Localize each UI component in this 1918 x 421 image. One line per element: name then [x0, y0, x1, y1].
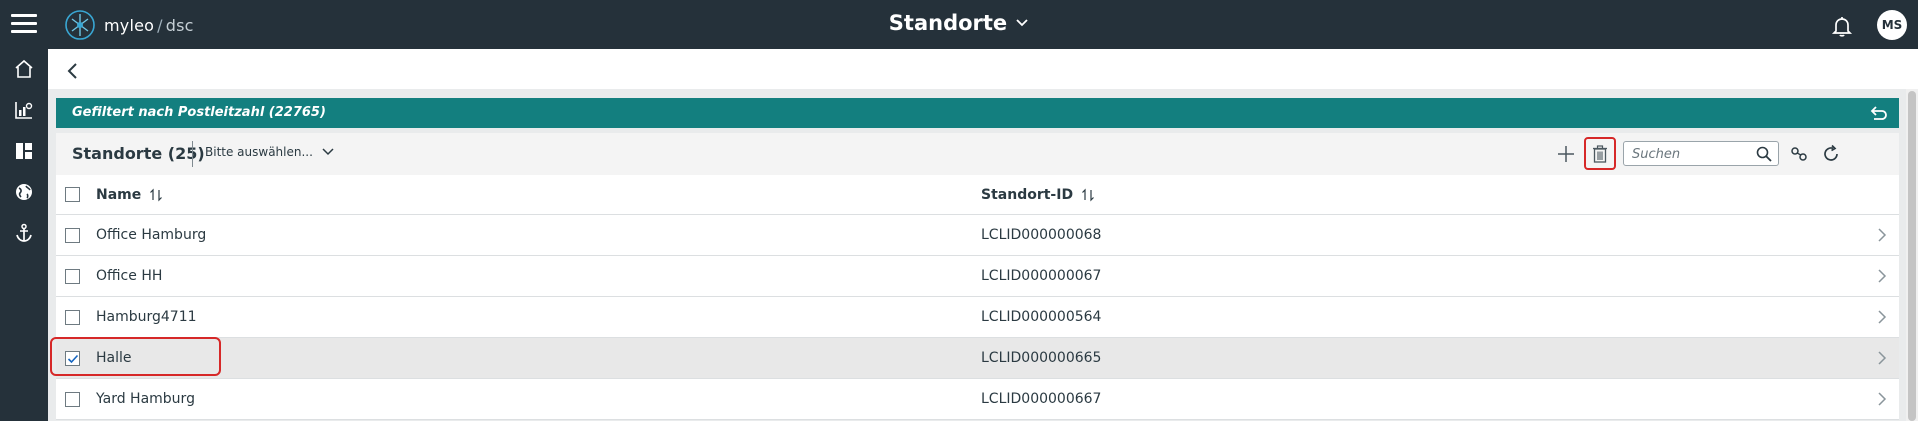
view-selector-dropdown[interactable]: Bitte auswählen... — [205, 145, 334, 159]
dashboard-icon — [16, 143, 32, 159]
row-standort-id: LCLID000000564 — [981, 309, 1102, 325]
search-box — [1623, 141, 1779, 166]
table-row-selected[interactable]: Halle LCLID000000665 — [56, 338, 1899, 379]
analytics-icon — [15, 102, 33, 119]
vertical-scrollbar[interactable] — [1906, 89, 1918, 421]
sidebar-item-analytics[interactable] — [0, 90, 48, 130]
sort-icon[interactable] — [149, 188, 163, 202]
chevron-right-icon[interactable] — [1875, 350, 1889, 366]
sidebar-item-globe[interactable] — [0, 172, 48, 212]
row-checkbox[interactable] — [65, 392, 80, 407]
row-checkbox-checked[interactable] — [65, 351, 80, 366]
table-row[interactable]: Hamburg4711 LCLID000000564 — [56, 297, 1899, 338]
locations-table: Name Standort-ID Office Hamburg LCLID000… — [56, 175, 1899, 420]
row-checkbox[interactable] — [65, 310, 80, 325]
row-standort-id: LCLID000000667 — [981, 391, 1102, 407]
column-header-standort-id[interactable]: Standort-ID — [981, 187, 1095, 203]
trash-icon — [1593, 144, 1607, 163]
refresh-icon[interactable] — [1821, 144, 1841, 164]
list-toolbar: Standorte (25) Bitte auswählen... — [56, 133, 1899, 175]
map-pin-icon[interactable] — [1789, 144, 1809, 164]
logo-separator: / — [157, 15, 163, 35]
table-row[interactable]: Office Hamburg LCLID000000068 — [56, 215, 1899, 256]
scrollbar-thumb[interactable] — [1908, 91, 1916, 421]
chevron-right-icon[interactable] — [1875, 391, 1889, 407]
row-checkbox[interactable] — [65, 269, 80, 284]
reset-filter-icon[interactable] — [1869, 103, 1889, 123]
myleo-logo-icon — [65, 10, 95, 40]
table-row[interactable]: Yard Hamburg LCLID000000667 — [56, 379, 1899, 420]
home-icon — [15, 59, 33, 78]
page-title-container: Standorte — [0, 11, 1918, 35]
checkmark-icon — [67, 354, 78, 363]
search-input[interactable] — [1632, 145, 1752, 163]
row-name: Hamburg4711 — [96, 309, 197, 325]
sidebar-item-anchor[interactable] — [0, 213, 48, 253]
back-arrow-icon[interactable] — [62, 60, 84, 82]
delete-button[interactable] — [1584, 137, 1616, 170]
user-avatar[interactable]: MS — [1877, 10, 1907, 40]
row-name: Halle — [96, 350, 132, 366]
globe-icon — [16, 184, 32, 200]
column-label-name: Name — [96, 187, 142, 203]
chevron-right-icon[interactable] — [1875, 227, 1889, 243]
row-name: Yard Hamburg — [96, 391, 195, 407]
page-title-dropdown[interactable]: Standorte — [889, 11, 1029, 35]
notification-bell-icon[interactable] — [1830, 14, 1854, 38]
logo-text: myleo / dsc — [104, 16, 194, 35]
top-bar: myleo / dsc Standorte MS — [0, 0, 1918, 49]
row-standort-id: LCLID000000067 — [981, 268, 1102, 284]
sidebar-item-dashboard[interactable] — [0, 131, 48, 171]
chevron-right-icon[interactable] — [1875, 309, 1889, 325]
selector-label: Bitte auswählen... — [205, 145, 313, 159]
column-label-standort-id: Standort-ID — [981, 187, 1074, 203]
column-header-name[interactable]: Name — [96, 187, 163, 203]
chevron-right-icon[interactable] — [1875, 268, 1889, 284]
left-sidebar — [0, 49, 48, 421]
anchor-icon — [16, 223, 32, 242]
hamburger-menu-icon[interactable] — [11, 14, 37, 34]
filter-banner: Gefiltert nach Postleitzahl (22765) — [56, 98, 1899, 128]
sub-header — [48, 49, 1906, 94]
logo-product: dsc — [165, 15, 194, 35]
toolbar-divider — [192, 141, 193, 167]
table-header: Name Standort-ID — [56, 175, 1899, 215]
sort-icon[interactable] — [1081, 188, 1095, 202]
app-logo[interactable]: myleo / dsc — [64, 9, 194, 41]
select-all-checkbox[interactable] — [65, 187, 80, 202]
row-name: Office HH — [96, 268, 163, 284]
logo-name: myleo — [104, 15, 155, 35]
page-title: Standorte — [888, 11, 1008, 35]
location-count: Standorte (25) — [72, 144, 205, 163]
search-icon[interactable] — [1756, 146, 1772, 162]
chevron-down-icon — [322, 148, 334, 156]
chevron-down-icon — [1016, 19, 1028, 27]
row-standort-id: LCLID000000665 — [981, 350, 1102, 366]
table-row[interactable]: Office HH LCLID000000067 — [56, 256, 1899, 297]
row-checkbox[interactable] — [65, 228, 80, 243]
add-icon[interactable] — [1554, 142, 1578, 166]
row-standort-id: LCLID000000068 — [981, 227, 1102, 243]
sidebar-item-home[interactable] — [0, 49, 48, 89]
filter-text: Gefiltert nach Postleitzahl (22765) — [72, 105, 326, 120]
row-name: Office Hamburg — [96, 227, 207, 243]
